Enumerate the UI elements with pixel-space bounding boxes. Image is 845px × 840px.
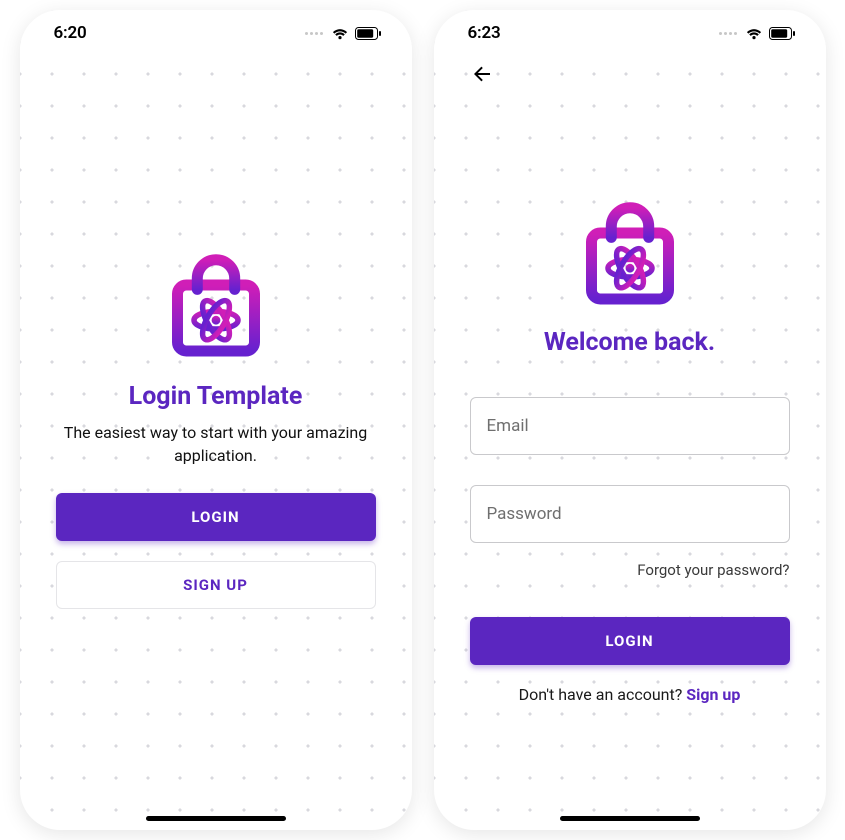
battery-icon: [355, 27, 382, 40]
status-indicators: [719, 27, 796, 40]
status-bar: 6:20: [20, 10, 412, 56]
back-button[interactable]: [470, 62, 494, 90]
app-logo: [56, 252, 376, 362]
status-time: 6:23: [468, 23, 501, 43]
status-indicators: [305, 27, 382, 40]
login-screen: 6:23: [434, 10, 826, 830]
signup-prompt-text: Don't have an account?: [519, 685, 687, 704]
status-time: 6:20: [54, 23, 87, 43]
cellular-icon: [305, 32, 323, 35]
email-input[interactable]: Email: [470, 397, 790, 455]
welcome-title: Login Template: [56, 382, 376, 411]
login-submit-button[interactable]: LOGIN: [470, 617, 790, 665]
arrow-left-icon: [470, 62, 494, 86]
signup-prompt: Don't have an account? Sign up: [470, 685, 790, 704]
login-title: Welcome back.: [470, 328, 790, 357]
wifi-icon: [745, 27, 763, 40]
home-indicator[interactable]: [146, 816, 286, 821]
login-button[interactable]: LOGIN: [56, 493, 376, 541]
wifi-icon: [331, 27, 349, 40]
signup-link[interactable]: Sign up: [686, 685, 740, 704]
battery-icon: [769, 27, 796, 40]
forgot-password-link[interactable]: Forgot your password?: [470, 561, 790, 579]
signup-button[interactable]: SIGN UP: [56, 561, 376, 609]
status-bar: 6:23: [434, 10, 826, 56]
password-input[interactable]: Password: [470, 485, 790, 543]
welcome-screen: 6:20: [20, 10, 412, 830]
home-indicator[interactable]: [560, 816, 700, 821]
cellular-icon: [719, 32, 737, 35]
welcome-subtitle: The easiest way to start with your amazi…: [56, 421, 376, 467]
app-logo: [470, 200, 790, 310]
